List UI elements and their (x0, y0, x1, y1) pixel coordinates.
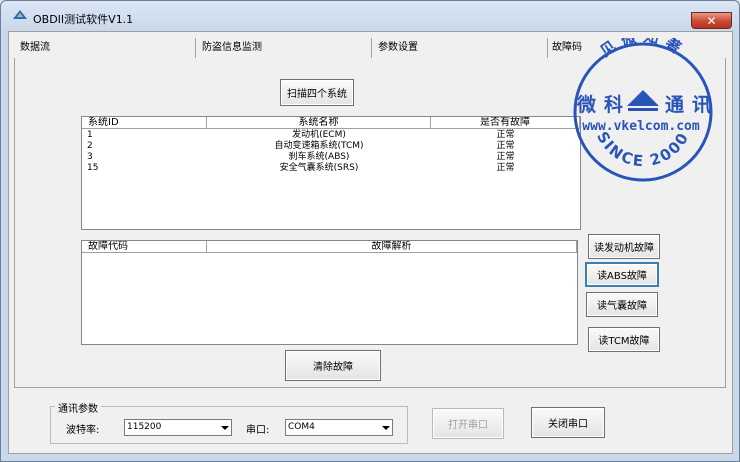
title-bar[interactable]: OBDII测试软件V1.1 ✕ (1, 1, 739, 31)
cell-system-name: 自动变速箱系统(TCM) (274, 141, 364, 151)
scan-four-systems-button[interactable]: 扫描四个系统 (280, 79, 354, 106)
open-port-button[interactable]: 打开串口 (432, 408, 504, 439)
watermark-left-text: 微科 (576, 93, 631, 116)
baud-rate-value: 115200 (127, 422, 162, 432)
app-logo-icon (13, 10, 27, 19)
watermark-logo: 见微知著 微科 通讯 www.vkelcom.com SINCE 2000 (573, 38, 719, 182)
cell-system-id: 1 (87, 130, 93, 140)
comm-params-title: 通讯参数 (55, 400, 101, 415)
cell-system-id: 3 (87, 152, 93, 162)
window-title: OBDII测试软件V1.1 (33, 13, 134, 26)
cell-system-id: 2 (87, 141, 93, 151)
cell-system-name: 发动机(ECM) (292, 130, 346, 140)
watermark-top-text: 见微知著 (597, 38, 690, 61)
header-fault-description[interactable]: 故障解析 (207, 241, 577, 253)
read-engine-fault-button[interactable]: 读发动机故障 (588, 234, 660, 259)
serial-port-label: 串口: (246, 425, 270, 436)
serial-port-value: COM4 (288, 422, 315, 432)
read-abs-fault-button[interactable]: 读ABS故障 (585, 262, 659, 287)
system-list[interactable]: 系统ID 系统名称 是否有故障 1 发动机(ECM) 正常 2 自动变速箱系统(… (81, 116, 581, 230)
serial-port-select[interactable]: COM4 (285, 419, 393, 436)
header-system-name[interactable]: 系统名称 (207, 117, 431, 129)
watermark-right-text: 通讯 (665, 94, 719, 116)
chevron-down-icon[interactable] (382, 426, 390, 430)
tab-parameter-settings[interactable]: 参数设置 (372, 38, 548, 58)
tab-data-stream[interactable]: 数据流 (14, 38, 196, 58)
watermark-bar-icon (628, 108, 658, 111)
close-port-button[interactable]: 关闭串口 (531, 407, 605, 438)
watermark-since: SINCE 2000 (593, 128, 693, 170)
clear-faults-button[interactable]: 清除故障 (285, 350, 381, 381)
fault-code-list[interactable]: 故障代码 故障解析 (81, 240, 578, 345)
close-button[interactable]: ✕ (691, 12, 732, 29)
cell-system-name: 刹车系统(ABS) (288, 152, 350, 162)
baud-rate-label: 波特率: (66, 425, 100, 436)
header-system-id[interactable]: 系统ID (82, 117, 207, 129)
chevron-down-icon[interactable] (221, 426, 229, 430)
read-airbag-fault-button[interactable]: 读气囊故障 (586, 292, 658, 317)
cell-system-id: 15 (87, 163, 99, 173)
cell-system-name: 安全气囊系统(SRS) (279, 163, 359, 173)
watermark-triangle-icon (627, 90, 659, 106)
tab-antitheft-monitor[interactable]: 防盗信息监测 (196, 38, 372, 58)
baud-rate-select[interactable]: 115200 (124, 419, 232, 436)
header-fault-code[interactable]: 故障代码 (82, 241, 207, 253)
read-tcm-fault-button[interactable]: 读TCM故障 (588, 327, 660, 352)
